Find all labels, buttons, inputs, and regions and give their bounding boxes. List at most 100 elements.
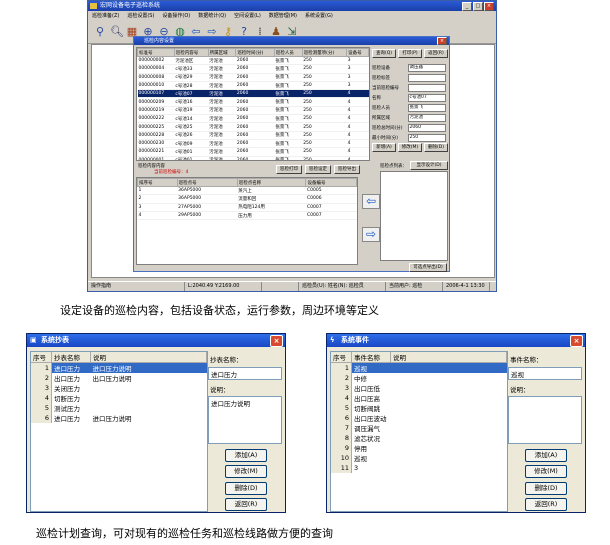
table-row[interactable]: 000000010 c号池28 污泥池 2060 张景飞 250 3 — [137, 81, 369, 91]
field-input[interactable] — [407, 74, 446, 82]
table-row[interactable]: 1 巡视 — [331, 362, 507, 373]
table-row[interactable]: 6 进口压力 进口压力说明 — [31, 413, 207, 423]
content-grid[interactable]: 标准号 巡检内容号 所属区域 巡检时间(分) 巡检人员 巡检测量项(分) 设备号 000000… — [136, 47, 370, 161]
column-header[interactable]: 事件名称 — [351, 352, 391, 363]
return-button[interactable]: 返回(R) — [225, 498, 267, 511]
table-row[interactable]: 000000221 c号池01 污泥池 2060 张景飞 250 4 — [137, 147, 369, 157]
column-header[interactable]: 说明 — [390, 352, 507, 363]
display-design-button[interactable]: 显示设计(D) — [410, 161, 448, 170]
add-button[interactable]: 新增(A) — [372, 143, 396, 152]
column-header[interactable]: 所属区域 — [207, 48, 237, 57]
field-input[interactable]: 污泥池 — [407, 114, 446, 122]
table-row[interactable]: 000000228 c号池26 污泥池 2060 张景飞 250 4 — [137, 131, 369, 140]
event-grid[interactable]: 序号 事件名称 说明 1 巡视 2 中修 3 出口压低 4 出口压高 5 切断阀跳 6 出口压波动 7 调压漏气… — [330, 351, 508, 512]
field-input[interactable]: 调压器 — [407, 64, 446, 72]
table-row[interactable]: 000000219 c号池19 污泥池 2060 张景飞 250 4 — [137, 106, 369, 116]
table-row[interactable]: 000000001 c号池01 污泥池 2060 张景飞 250 4 — [137, 156, 369, 160]
table-row[interactable]: 1 36AP5000 蒸汽上 C0005 — [137, 186, 357, 196]
column-header[interactable]: 排序号 — [137, 178, 178, 187]
meter-grid[interactable]: 序号 抄表名称 说明 1 进口压力 进口压力说明 2 出口压力 出口压力说明 3 关闭压力 4 切断压力… — [30, 351, 208, 512]
field-input[interactable]: 2060 — [407, 124, 446, 132]
table-row[interactable]: 000000107 c号池07 污泥池 2060 张景飞 250 4 — [137, 89, 369, 99]
add-button[interactable]: 添加(A) — [525, 449, 567, 462]
arrow-left-icon[interactable]: ⇦ — [362, 194, 380, 209]
sub-print-button[interactable]: 巡检打印 — [276, 165, 302, 174]
column-header[interactable]: 设备号 — [346, 48, 369, 57]
edit-button[interactable]: 修改(M) — [398, 143, 422, 152]
table-row[interactable]: 000000008 c号池29 污泥池 2060 张景飞 250 3 — [137, 73, 369, 82]
meter-close-button[interactable]: × — [270, 335, 283, 347]
menu-item[interactable]: 数据统计(Q) — [198, 11, 226, 21]
table-row[interactable]: 000000222 c号池14 污泥池 2060 张景飞 250 4 — [137, 114, 369, 124]
table-row[interactable]: 000000230 c号池09 污泥池 2060 张景飞 250 4 — [137, 139, 369, 149]
table-row[interactable]: 5 切断阀跳 — [331, 403, 507, 413]
field-input[interactable]: 张景飞 — [407, 104, 446, 112]
arrow-right-icon[interactable]: ⇨ — [362, 227, 380, 242]
table-row[interactable]: 4 切断压力 — [31, 393, 207, 403]
sub-export-button[interactable]: 巡检导出 — [334, 165, 360, 174]
table-row[interactable]: 1 进口压力 进口压力说明 — [31, 362, 207, 373]
lens-icon[interactable]: ⚲ — [94, 25, 106, 39]
table-row[interactable]: 000000225 c号池25 污泥池 2060 张景飞 250 4 — [137, 122, 369, 132]
column-header[interactable]: 设备编号 — [305, 178, 357, 187]
table-row[interactable]: 9 停用 — [331, 443, 507, 453]
dialog-close-button[interactable]: × — [437, 37, 447, 45]
event-desc-field[interactable] — [508, 396, 582, 444]
table-row[interactable]: 3 出口压低 — [331, 383, 507, 393]
column-header[interactable]: 巡检测量项(分) — [301, 48, 348, 57]
close-button[interactable]: × — [484, 2, 494, 11]
menu-item[interactable]: 数据管理(M) — [269, 11, 297, 21]
menu-item[interactable]: 巡检设置(S) — [127, 11, 154, 21]
column-header[interactable]: 序号 — [331, 352, 352, 363]
menu-item[interactable]: 设备操作(O) — [162, 11, 190, 21]
event-close-button[interactable]: × — [570, 335, 583, 347]
delete-button[interactable]: 删除(D) — [525, 482, 567, 495]
table-row[interactable]: 2 出口压力 出口压力说明 — [31, 373, 207, 383]
field-input[interactable]: 250 — [407, 134, 446, 142]
column-header[interactable]: 抄表名称 — [51, 352, 91, 363]
maximize-button[interactable]: □ — [473, 2, 483, 11]
table-row[interactable]: 4 出口压高 — [331, 393, 507, 403]
table-row[interactable]: 3 关闭压力 — [31, 383, 207, 393]
table-row[interactable]: 7 调压漏气 — [331, 423, 507, 433]
return-button[interactable]: 返回(R) — [424, 49, 448, 58]
delete-button[interactable]: 删除(D) — [225, 482, 267, 495]
column-header[interactable]: 巡检点号 — [176, 178, 238, 187]
table-row[interactable]: 000000209 c号池16 污泥池 2060 张景飞 250 4 — [137, 97, 369, 107]
column-header[interactable]: 巡检点名称 — [236, 178, 307, 187]
sub-set-button[interactable]: 巡检设定 — [305, 165, 331, 174]
menu-item[interactable]: 巡检准备(Z) — [92, 11, 119, 21]
table-row[interactable]: 2 中修 — [331, 373, 507, 383]
edit-button[interactable]: 修改(M) — [225, 465, 267, 478]
table-row[interactable]: 5 测试压力 — [31, 403, 207, 413]
column-header[interactable]: 巡检内容号 — [173, 48, 209, 57]
column-header[interactable]: 说明 — [90, 352, 207, 363]
menu-item[interactable]: 空间设置(L) — [234, 11, 261, 21]
table-row[interactable]: 8 滤芯状况 — [331, 433, 507, 443]
event-name-field[interactable]: 巡视 — [508, 367, 582, 380]
table-row[interactable]: 4 29AP5000 压力用 C0007 — [137, 211, 357, 221]
column-header[interactable]: 标准号 — [137, 48, 175, 57]
meter-desc-field[interactable]: 进口压力说明 — [208, 396, 282, 444]
table-row[interactable]: 6 出口压波动 — [331, 413, 507, 423]
minimize-button[interactable]: _ — [462, 2, 472, 11]
table-row[interactable]: 10 巡视 — [331, 453, 507, 463]
table-row[interactable]: 11 3 — [331, 463, 507, 473]
column-header[interactable]: 巡检时间(分) — [235, 48, 275, 57]
field-input[interactable]: c号池07 — [407, 94, 446, 102]
add-button[interactable]: 添加(A) — [225, 449, 267, 462]
field-input[interactable] — [407, 84, 446, 92]
table-row[interactable]: 2 36AP5000 流量和回 C0006 — [137, 194, 357, 204]
search-icon[interactable]: 🔍︎ — [110, 25, 124, 39]
meter-name-field[interactable]: 进口压力 — [208, 367, 282, 380]
column-header[interactable]: 序号 — [31, 352, 52, 363]
sub-grid[interactable]: 排序号 巡检点号 巡检点名称 设备编号 1 36AP5000 蒸汽上 C0005 2 36AP50… — [136, 177, 358, 265]
print-button[interactable]: 打印(P) — [398, 49, 422, 58]
delete-button[interactable]: 删除(D) — [424, 143, 448, 152]
optional-export-button[interactable]: 可选点导出(D) — [409, 263, 447, 272]
column-header[interactable]: 巡检人员 — [273, 48, 303, 57]
menu-item[interactable]: 系统设置(G) — [305, 11, 333, 21]
edit-button[interactable]: 修改(M) — [525, 465, 567, 478]
query-button[interactable]: 查询(Q) — [372, 49, 396, 58]
table-row[interactable]: 000000002 污泥池区 污泥池 2060 张景飞 250 3 — [137, 56, 369, 66]
